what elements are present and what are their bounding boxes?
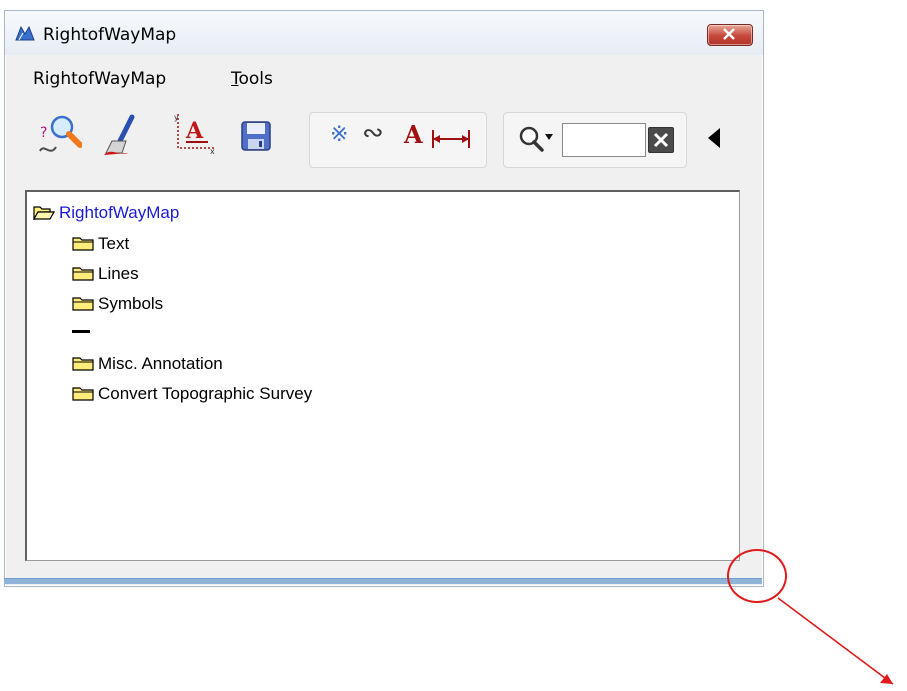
annotation-arrow-icon [777, 597, 894, 685]
